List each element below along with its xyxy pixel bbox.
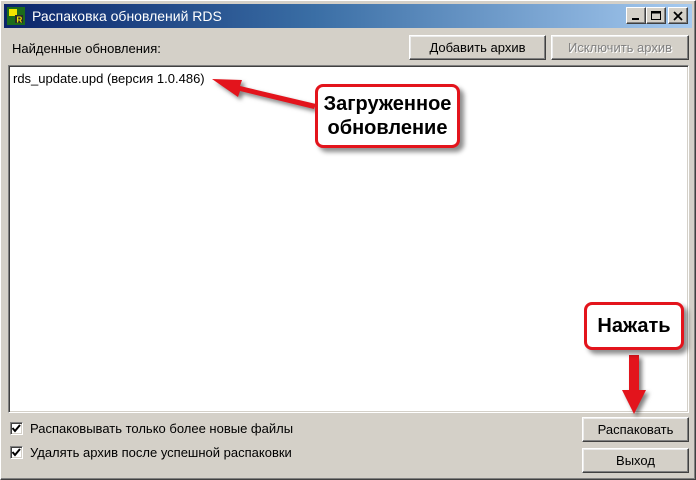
arrow-to-update-item bbox=[212, 79, 316, 109]
press-callout: Нажать bbox=[584, 302, 684, 350]
arrow-to-unpack-button bbox=[622, 355, 646, 414]
annotation-arrows bbox=[212, 79, 646, 414]
press-callout-text: Нажать bbox=[597, 315, 671, 337]
loaded-update-callout: Загруженное обновление bbox=[315, 84, 460, 148]
loaded-update-callout-text: Загруженное обновление bbox=[323, 93, 452, 139]
